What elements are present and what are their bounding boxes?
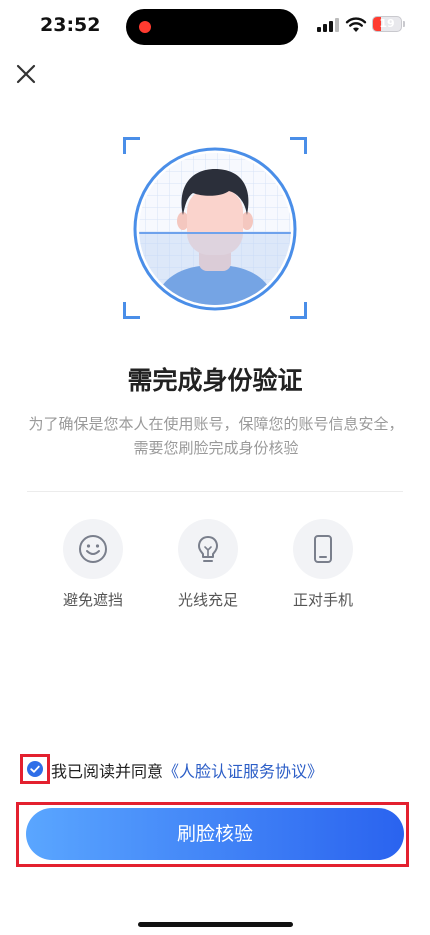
recording-indicator	[139, 21, 151, 33]
close-icon[interactable]	[12, 60, 40, 88]
agreement-row: 我已阅读并同意《人脸认证服务协议》	[20, 754, 420, 784]
cellular-signal-icon	[317, 18, 339, 32]
status-bar: 23:52 19	[0, 0, 430, 54]
tip-icon-circle	[63, 519, 123, 579]
tip-label: 光线充足	[177, 591, 238, 609]
face-verify-button[interactable]: 刷脸核验	[26, 808, 404, 860]
home-indicator	[138, 922, 293, 927]
face-scan-illustration	[123, 137, 307, 319]
phone-icon	[314, 535, 332, 563]
agreement-checkbox[interactable]	[20, 754, 50, 784]
agreement-label: 我已阅读并同意	[51, 762, 164, 781]
tip-icon-circle	[178, 519, 238, 579]
tip-label: 正对手机	[292, 591, 353, 609]
tip-label: 避免遮挡	[62, 591, 123, 609]
battery-icon: 19	[372, 16, 402, 32]
smile-face-icon	[79, 535, 107, 563]
tip-enough-light: 光线充足	[158, 519, 258, 610]
page-description: 为了确保是您本人在使用账号，保障您的账号信息安全，需要您刷脸完成身份核验	[28, 415, 404, 457]
checkmark-icon	[27, 761, 43, 777]
battery-tip	[403, 21, 405, 27]
avatar-face-icon	[133, 147, 297, 311]
lightbulb-icon	[198, 536, 218, 562]
tip-avoid-occlusion: 避免遮挡	[43, 519, 143, 610]
status-time: 23:52	[40, 14, 101, 36]
page-title: 需完成身份验证	[127, 366, 303, 395]
wifi-icon	[345, 17, 367, 32]
divider	[27, 491, 403, 492]
tip-face-phone: 正对手机	[273, 519, 373, 610]
tip-icon-circle	[293, 519, 353, 579]
agreement-text: 我已阅读并同意《人脸认证服务协议》	[51, 758, 323, 782]
agreement-link[interactable]: 《人脸认证服务协议》	[163, 762, 323, 781]
battery-percent: 19	[379, 17, 395, 30]
dynamic-island	[126, 9, 298, 45]
